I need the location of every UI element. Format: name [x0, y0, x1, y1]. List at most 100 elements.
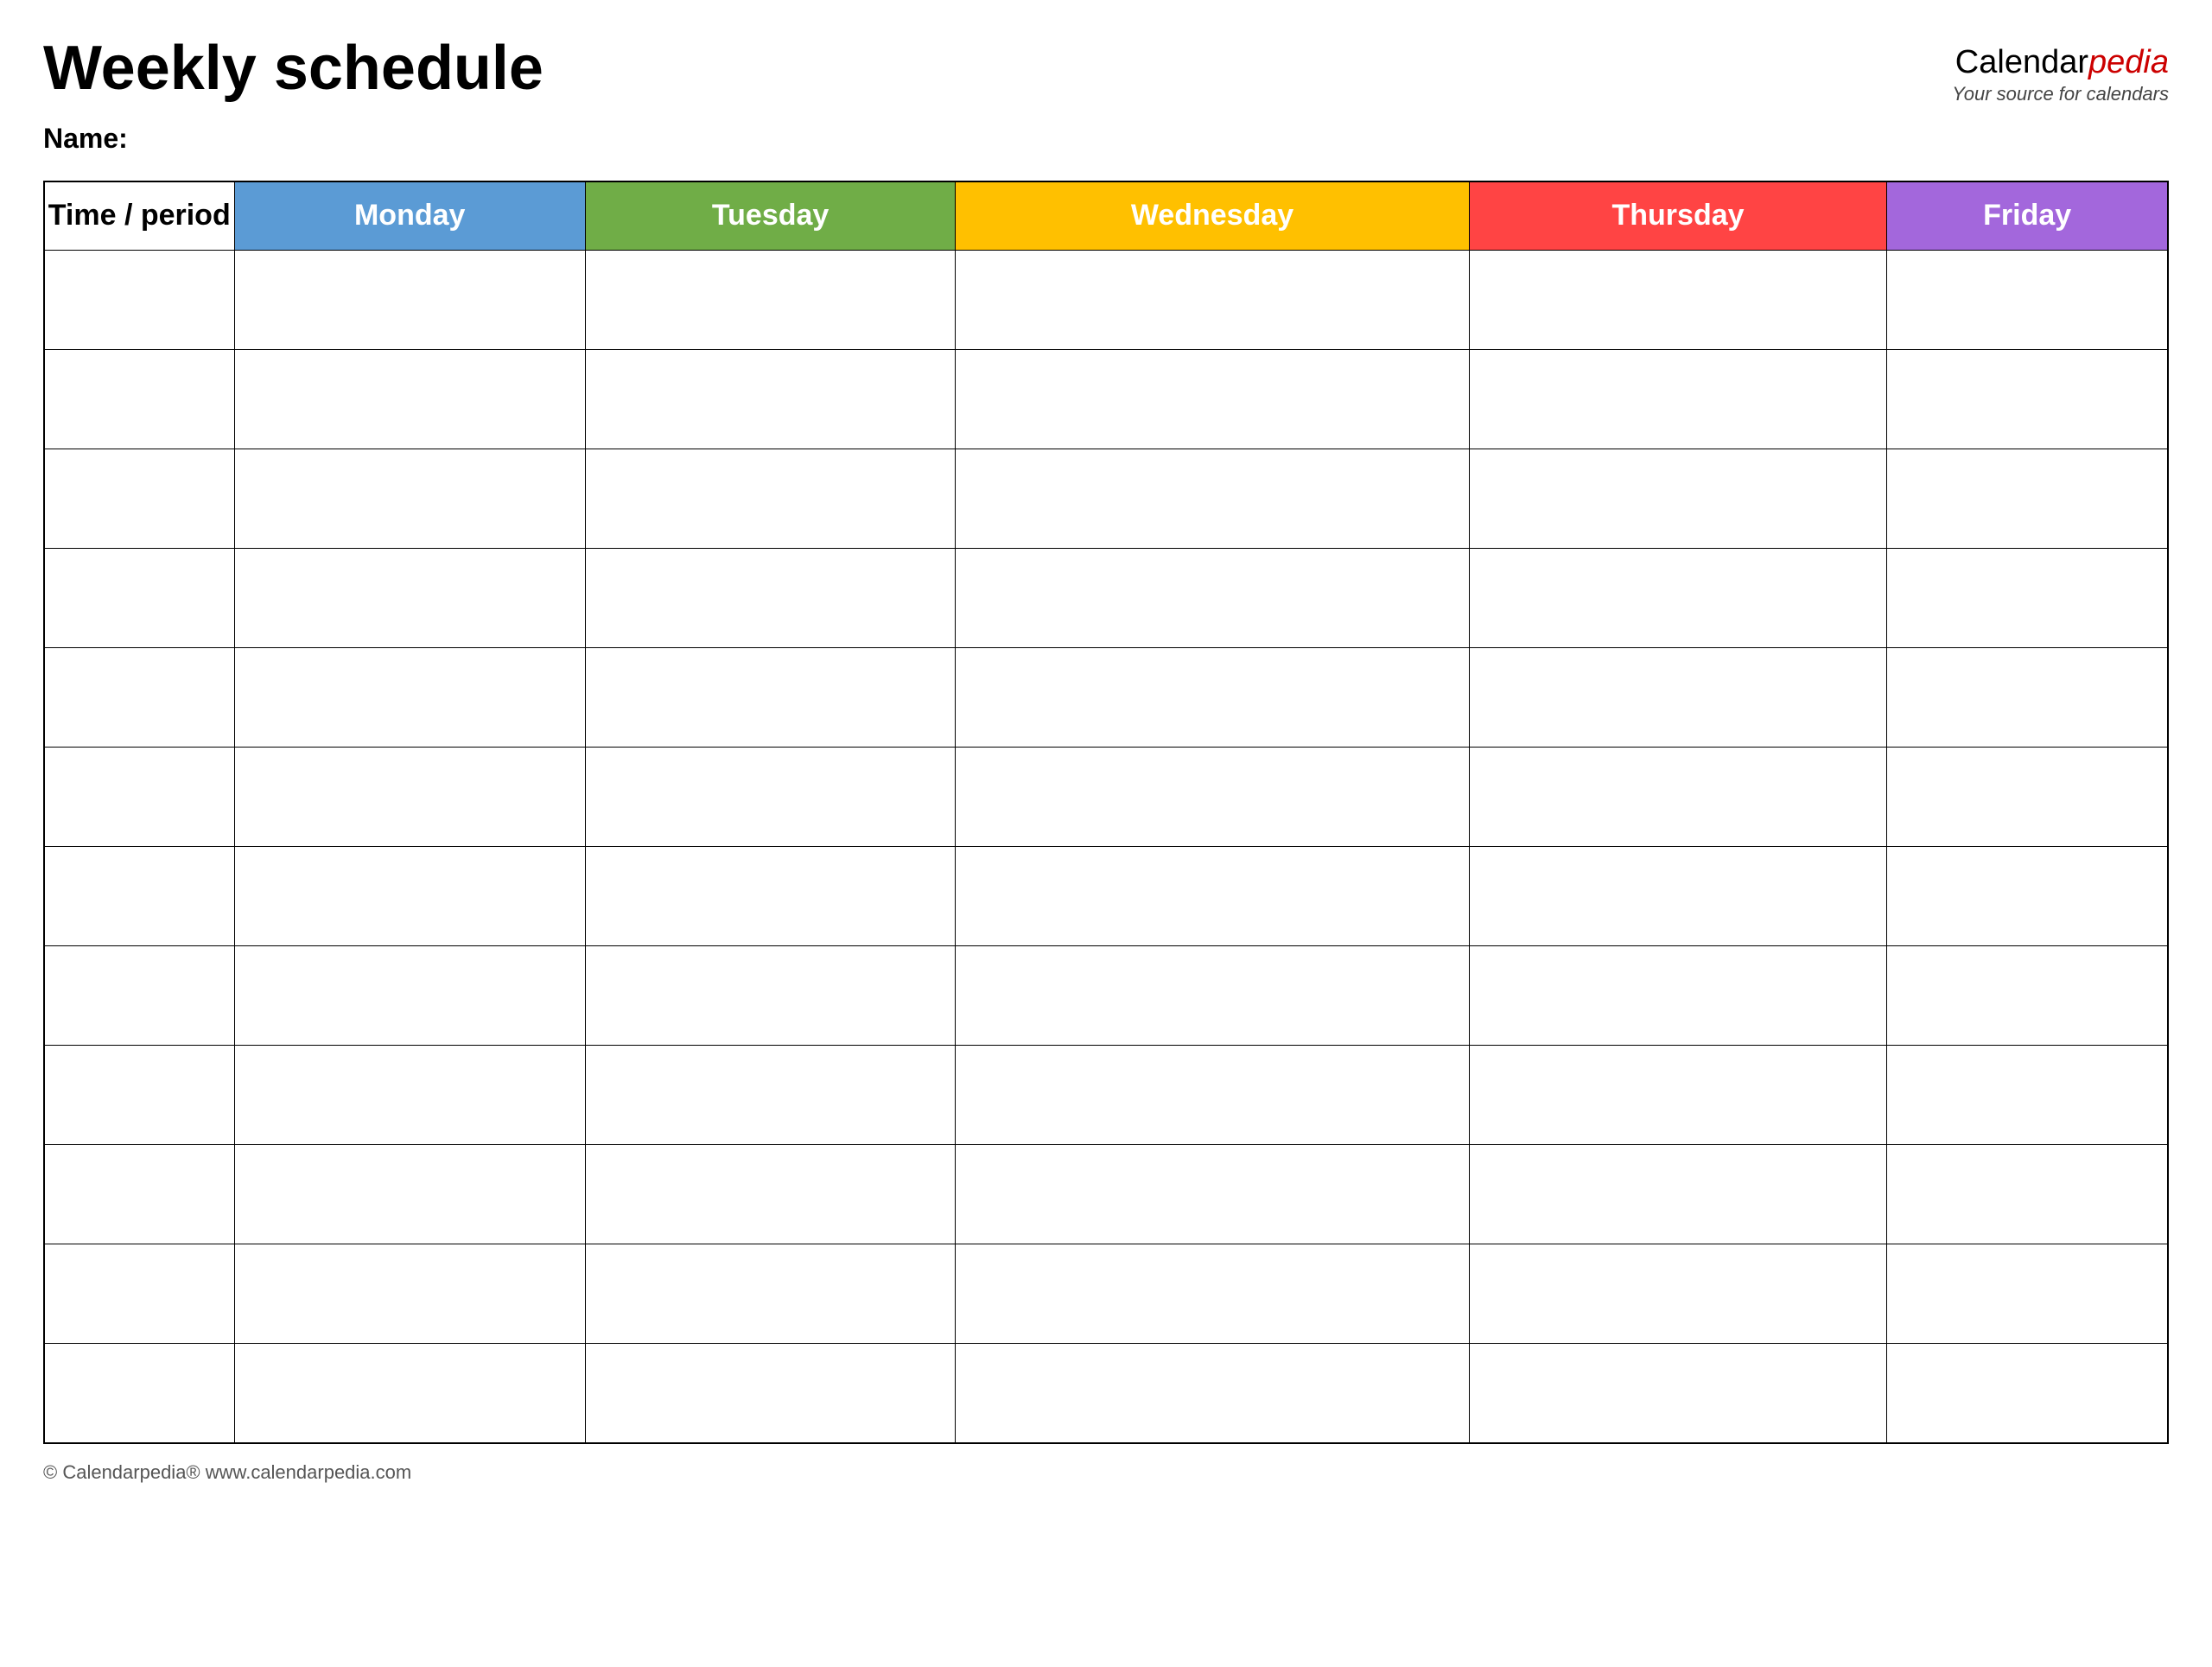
wednesday-cell[interactable] [956, 946, 1469, 1046]
monday-cell[interactable] [234, 1046, 585, 1145]
tuesday-cell[interactable] [585, 1145, 955, 1244]
wednesday-cell[interactable] [956, 648, 1469, 748]
thursday-cell[interactable] [1469, 449, 1887, 549]
monday-cell[interactable] [234, 847, 585, 946]
tuesday-cell[interactable] [585, 946, 955, 1046]
col-header-tuesday: Tuesday [585, 181, 955, 251]
name-label: Name: [43, 123, 128, 154]
friday-cell[interactable] [1887, 1145, 2168, 1244]
brand-logo: Calendarpedia Your source for calendars [1952, 43, 2169, 105]
time-cell[interactable] [44, 1046, 234, 1145]
friday-cell[interactable] [1887, 648, 2168, 748]
table-body [44, 251, 2168, 1443]
time-cell[interactable] [44, 350, 234, 449]
monday-cell[interactable] [234, 251, 585, 350]
friday-cell[interactable] [1887, 1344, 2168, 1443]
table-row [44, 449, 2168, 549]
table-header: Time / period Monday Tuesday Wednesday T… [44, 181, 2168, 251]
friday-cell[interactable] [1887, 350, 2168, 449]
wednesday-cell[interactable] [956, 748, 1469, 847]
wednesday-cell[interactable] [956, 1145, 1469, 1244]
footer: © Calendarpedia® www.calendarpedia.com [43, 1461, 2169, 1484]
col-header-wednesday: Wednesday [956, 181, 1469, 251]
tuesday-cell[interactable] [585, 1046, 955, 1145]
page-header: Weekly schedule Calendarpedia Your sourc… [43, 35, 2169, 105]
friday-cell[interactable] [1887, 549, 2168, 648]
friday-cell[interactable] [1887, 748, 2168, 847]
friday-cell[interactable] [1887, 1046, 2168, 1145]
thursday-cell[interactable] [1469, 648, 1887, 748]
brand-tagline: Your source for calendars [1952, 83, 2169, 105]
tuesday-cell[interactable] [585, 449, 955, 549]
friday-cell[interactable] [1887, 847, 2168, 946]
page-title: Weekly schedule [43, 35, 543, 103]
tuesday-cell[interactable] [585, 748, 955, 847]
time-cell[interactable] [44, 748, 234, 847]
tuesday-cell[interactable] [585, 847, 955, 946]
wednesday-cell[interactable] [956, 847, 1469, 946]
table-row [44, 1344, 2168, 1443]
table-row [44, 946, 2168, 1046]
monday-cell[interactable] [234, 1344, 585, 1443]
time-cell[interactable] [44, 1145, 234, 1244]
col-header-thursday: Thursday [1469, 181, 1887, 251]
thursday-cell[interactable] [1469, 549, 1887, 648]
wednesday-cell[interactable] [956, 1046, 1469, 1145]
tuesday-cell[interactable] [585, 350, 955, 449]
col-header-monday: Monday [234, 181, 585, 251]
thursday-cell[interactable] [1469, 350, 1887, 449]
friday-cell[interactable] [1887, 1244, 2168, 1344]
thursday-cell[interactable] [1469, 748, 1887, 847]
monday-cell[interactable] [234, 648, 585, 748]
time-cell[interactable] [44, 1344, 234, 1443]
wednesday-cell[interactable] [956, 1344, 1469, 1443]
wednesday-cell[interactable] [956, 1244, 1469, 1344]
thursday-cell[interactable] [1469, 251, 1887, 350]
thursday-cell[interactable] [1469, 1046, 1887, 1145]
wednesday-cell[interactable] [956, 549, 1469, 648]
time-cell[interactable] [44, 847, 234, 946]
tuesday-cell[interactable] [585, 251, 955, 350]
name-section: Name: [43, 123, 2169, 155]
header-row: Time / period Monday Tuesday Wednesday T… [44, 181, 2168, 251]
friday-cell[interactable] [1887, 251, 2168, 350]
tuesday-cell[interactable] [585, 549, 955, 648]
table-row [44, 748, 2168, 847]
wednesday-cell[interactable] [956, 251, 1469, 350]
table-row [44, 1145, 2168, 1244]
friday-cell[interactable] [1887, 946, 2168, 1046]
table-row [44, 1046, 2168, 1145]
monday-cell[interactable] [234, 449, 585, 549]
table-row [44, 251, 2168, 350]
time-cell[interactable] [44, 946, 234, 1046]
thursday-cell[interactable] [1469, 1244, 1887, 1344]
monday-cell[interactable] [234, 946, 585, 1046]
table-row [44, 847, 2168, 946]
time-cell[interactable] [44, 648, 234, 748]
wednesday-cell[interactable] [956, 350, 1469, 449]
tuesday-cell[interactable] [585, 648, 955, 748]
time-cell[interactable] [44, 449, 234, 549]
monday-cell[interactable] [234, 549, 585, 648]
time-cell[interactable] [44, 251, 234, 350]
tuesday-cell[interactable] [585, 1244, 955, 1344]
brand-name: Calendarpedia [1952, 43, 2169, 83]
table-row [44, 648, 2168, 748]
brand-pedia-text: pedia [2088, 44, 2169, 80]
thursday-cell[interactable] [1469, 1145, 1887, 1244]
wednesday-cell[interactable] [956, 449, 1469, 549]
schedule-table: Time / period Monday Tuesday Wednesday T… [43, 181, 2169, 1444]
time-cell[interactable] [44, 1244, 234, 1344]
thursday-cell[interactable] [1469, 946, 1887, 1046]
col-header-friday: Friday [1887, 181, 2168, 251]
monday-cell[interactable] [234, 350, 585, 449]
time-cell[interactable] [44, 549, 234, 648]
friday-cell[interactable] [1887, 449, 2168, 549]
thursday-cell[interactable] [1469, 847, 1887, 946]
copyright-text: © Calendarpedia® www.calendarpedia.com [43, 1461, 411, 1483]
thursday-cell[interactable] [1469, 1344, 1887, 1443]
tuesday-cell[interactable] [585, 1344, 955, 1443]
monday-cell[interactable] [234, 748, 585, 847]
monday-cell[interactable] [234, 1244, 585, 1344]
monday-cell[interactable] [234, 1145, 585, 1244]
